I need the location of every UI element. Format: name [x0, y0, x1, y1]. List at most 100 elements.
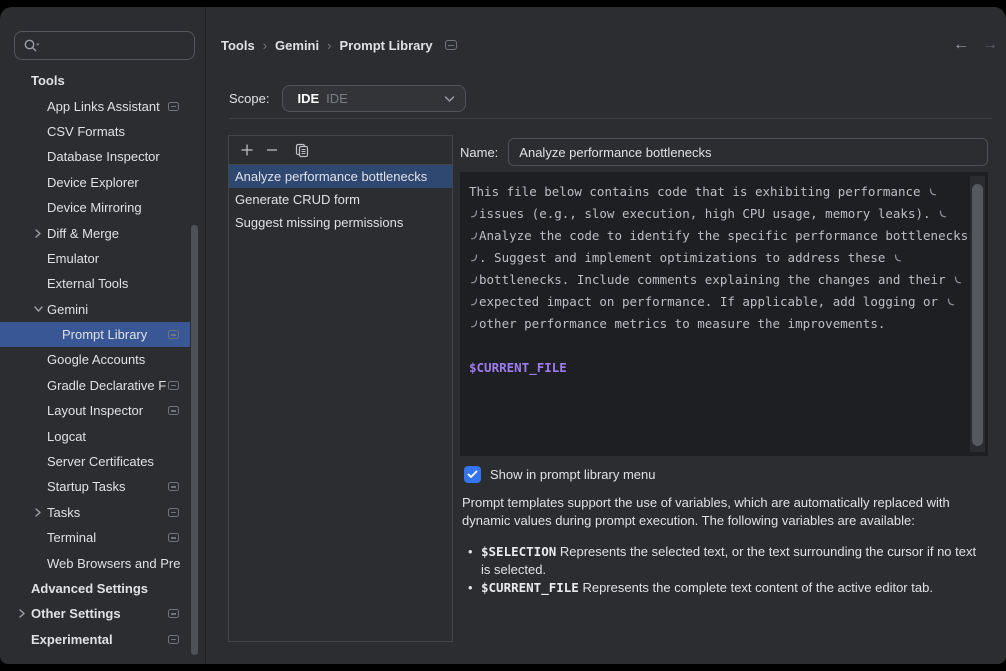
sidebar-item[interactable]: CSV Formats	[0, 119, 205, 144]
sidebar-item-label: App Links Assistant	[47, 99, 160, 114]
chevron-down-icon[interactable]	[29, 305, 47, 313]
sidebar-item[interactable]: Emulator	[0, 246, 205, 271]
soft-wrap-start-icon	[470, 298, 478, 307]
sidebar-item[interactable]: Experimental	[0, 627, 205, 652]
scope-value-hint: IDE	[326, 91, 348, 106]
editor-line: . Suggest and implement optimizations to…	[479, 247, 893, 269]
soft-wrap-start-icon	[470, 254, 478, 263]
soft-wrap-start-icon	[470, 210, 478, 219]
sidebar-item[interactable]: Other Settings	[0, 601, 205, 626]
scope-selected-value: IDE	[297, 91, 319, 106]
settings-tree: Tools App Links Assistant	[0, 68, 205, 652]
sidebar-item[interactable]: Advanced Settings	[0, 576, 205, 601]
sidebar-item[interactable]: Gemini	[0, 297, 205, 322]
sidebar-item[interactable]: Device Mirroring	[0, 195, 205, 220]
soft-wrap-start-icon	[470, 320, 478, 329]
sidebar-item-label: CSV Formats	[47, 124, 125, 139]
sidebar-item-label: Tools	[31, 73, 65, 88]
forward-arrow-icon[interactable]: →	[982, 36, 998, 54]
sidebar-item[interactable]: Logcat	[0, 423, 205, 448]
sidebar-item-label: Gemini	[47, 302, 88, 317]
plugin-badge-icon	[168, 330, 179, 339]
sidebar-item[interactable]: Prompt Library	[0, 322, 190, 347]
soft-wrap-end-icon	[947, 298, 955, 307]
breadcrumb-prompt-library[interactable]: Prompt Library	[339, 38, 432, 53]
scope-dropdown[interactable]: IDE IDE	[282, 85, 466, 112]
settings-search-field[interactable]	[14, 31, 195, 60]
sidebar-item[interactable]: Terminal	[0, 525, 205, 550]
settings-window: Tools App Links Assistant	[0, 7, 1006, 664]
sidebar-item-label: Startup Tasks	[47, 479, 126, 494]
prompt-list-item[interactable]: Suggest missing permissions	[229, 211, 452, 234]
soft-wrap-end-icon	[894, 254, 902, 263]
sidebar-item[interactable]: Diff & Merge	[0, 220, 205, 245]
add-prompt-button[interactable]	[239, 142, 255, 158]
sidebar-item[interactable]: Server Certificates	[0, 449, 205, 474]
editor-line: $CURRENT_FILE	[469, 357, 567, 379]
editor-line: This file below contains code that is ex…	[469, 181, 928, 203]
settings-content: Tools › Gemini › Prompt Library ← → Scop…	[207, 7, 1006, 664]
remove-prompt-button[interactable]	[264, 142, 280, 158]
plugin-badge-icon	[168, 508, 179, 517]
sidebar-item[interactable]: External Tools	[0, 271, 205, 296]
soft-wrap-start-icon	[470, 232, 478, 241]
soft-wrap-end-icon	[939, 210, 947, 219]
sidebar-item-label: Emulator	[47, 251, 99, 266]
chevron-right-icon[interactable]	[29, 229, 47, 238]
sidebar-item-label: Gradle Declarative F	[47, 378, 166, 393]
settings-sidebar: Tools App Links Assistant	[0, 7, 206, 664]
back-arrow-icon[interactable]: ←	[953, 36, 969, 54]
chevron-right-icon[interactable]	[29, 508, 47, 517]
search-icon	[23, 38, 40, 53]
sidebar-item-label: Logcat	[47, 429, 86, 444]
sidebar-item-label: Prompt Library	[62, 327, 147, 342]
editor-scrollbar-thumb[interactable]	[972, 184, 983, 446]
sidebar-scrollbar[interactable]	[191, 225, 198, 655]
sidebar-item[interactable]: Tools	[0, 68, 205, 93]
breadcrumb: Tools › Gemini › Prompt Library ← →	[221, 33, 998, 57]
chevron-right-icon[interactable]	[13, 609, 31, 618]
sidebar-item-label: Server Certificates	[47, 454, 154, 469]
sidebar-item[interactable]: Layout Inspector	[0, 398, 205, 423]
soft-wrap-end-icon	[929, 188, 937, 197]
variable-explanation: Represents the complete text content of …	[579, 580, 933, 595]
editor-line: other performance metrics to measure the…	[479, 313, 885, 335]
show-in-menu-checkbox[interactable]	[464, 466, 481, 483]
sidebar-item-label: Google Accounts	[47, 352, 145, 367]
search-input[interactable]	[44, 38, 164, 53]
editor-line: expected impact on performance. If appli…	[479, 291, 946, 313]
plugin-badge-icon	[168, 609, 179, 618]
sidebar-item-label: Other Settings	[31, 606, 121, 621]
sidebar-item-label: Terminal	[47, 530, 96, 545]
editor-line: Analyze the code to identify the specifi…	[479, 225, 968, 247]
soft-wrap-start-icon	[470, 276, 478, 285]
plugin-badge-icon	[445, 40, 457, 50]
prompt-list-item-label: Generate CRUD form	[235, 192, 360, 207]
prompt-list-panel: Analyze performance bottlenecks Generate…	[228, 135, 453, 642]
sidebar-item-label: Web Browsers and Pre	[47, 556, 180, 571]
name-label: Name:	[460, 145, 498, 160]
copy-prompt-button[interactable]	[294, 142, 310, 158]
prompt-list-item[interactable]: Analyze performance bottlenecks	[229, 165, 452, 188]
sidebar-item[interactable]: App Links Assistant	[0, 93, 205, 118]
variable-item: $CURRENT_FILE Represents the complete te…	[468, 579, 988, 597]
sidebar-item[interactable]: Tasks	[0, 500, 205, 525]
prompt-name-input[interactable]	[508, 138, 988, 166]
sidebar-item[interactable]: Device Explorer	[0, 170, 205, 195]
prompt-text-editor[interactable]: This file below contains code that is ex…	[460, 172, 988, 456]
sidebar-item[interactable]: Database Inspector	[0, 144, 205, 169]
sidebar-item[interactable]: Web Browsers and Pre	[0, 550, 205, 575]
prompt-list-item-label: Analyze performance bottlenecks	[235, 169, 427, 184]
editor-line: bottlenecks. Include comments explaining…	[479, 269, 953, 291]
sidebar-item[interactable]: Startup Tasks	[0, 474, 205, 499]
sidebar-item[interactable]: Google Accounts	[0, 347, 205, 372]
breadcrumb-gemini[interactable]: Gemini	[275, 38, 319, 53]
sidebar-item-label: Experimental	[31, 632, 113, 647]
prompt-list: Analyze performance bottlenecks Generate…	[229, 165, 452, 234]
breadcrumb-tools[interactable]: Tools	[221, 38, 255, 53]
sidebar-item-label: Layout Inspector	[47, 403, 143, 418]
prompt-list-toolbar	[229, 136, 452, 165]
sidebar-item[interactable]: Gradle Declarative F	[0, 373, 205, 398]
scope-label: Scope:	[229, 91, 269, 106]
prompt-list-item[interactable]: Generate CRUD form	[229, 188, 452, 211]
